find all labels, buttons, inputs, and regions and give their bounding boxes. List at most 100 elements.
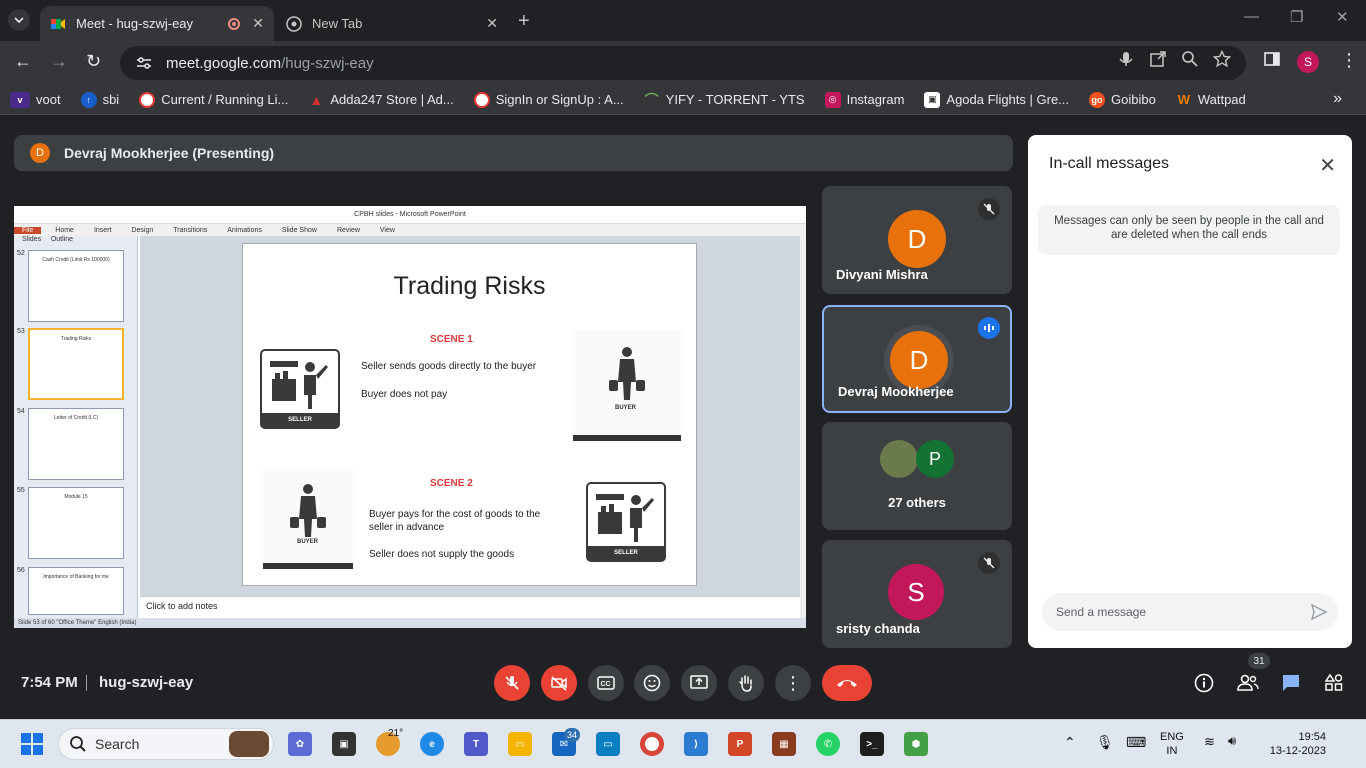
node-app-icon[interactable]: ⬢: [904, 732, 928, 756]
bookmark-label: Goibibo: [1111, 92, 1156, 107]
powerpoint-icon[interactable]: P: [728, 732, 752, 756]
reactions-button[interactable]: [634, 665, 670, 701]
task-view-icon[interactable]: ▣: [332, 732, 356, 756]
slide: Trading Risks SCENE 1 Seller sends goods…: [243, 244, 696, 585]
tray-overflow-icon[interactable]: ⌃: [1064, 734, 1076, 751]
bookmark-label: Instagram: [846, 92, 905, 107]
reload-button[interactable]: ↻: [86, 51, 101, 72]
goibibo-icon: go: [1089, 91, 1106, 108]
tab-meet[interactable]: Meet - hug-szwj-eay ✕: [40, 6, 274, 41]
close-icon[interactable]: ✕: [1319, 153, 1336, 178]
participant-tile-others[interactable]: P 27 others: [822, 422, 1012, 530]
mic-off-icon: [505, 676, 519, 690]
present-button[interactable]: [681, 665, 717, 701]
game-app-icon[interactable]: ▦: [772, 732, 796, 756]
tab-close-icon[interactable]: ✕: [252, 15, 264, 32]
copilot-icon[interactable]: ✿: [288, 732, 312, 756]
tray-keyboard-icon[interactable]: ⌨: [1126, 734, 1146, 751]
chrome-menu-icon[interactable]: ⋮: [1340, 50, 1358, 71]
bookmark-adda247[interactable]: ▲ Adda247 Store | Ad...: [308, 92, 453, 108]
maximize-button[interactable]: ❐: [1290, 8, 1303, 26]
vscode-icon[interactable]: ⟩: [684, 732, 708, 756]
bookmark-current-running[interactable]: Current / Running Li...: [139, 91, 288, 108]
pane-tab-slides: Slides: [22, 236, 42, 243]
raise-hand-button[interactable]: [728, 665, 764, 701]
bookmark-voot[interactable]: v voot: [10, 91, 61, 108]
bookmark-sbi[interactable]: ↑ sbi: [80, 91, 119, 108]
meeting-details-button[interactable]: [1192, 671, 1216, 695]
slide-thumbnail: Letter of Credit (LC): [28, 408, 124, 480]
leave-call-button[interactable]: [822, 665, 872, 701]
ppt-tab-design: Design: [131, 226, 154, 234]
messages-title: In-call messages: [1049, 155, 1170, 172]
more-options-button[interactable]: ⋮: [775, 665, 811, 701]
seller-icon: [270, 361, 328, 409]
windows-start-button[interactable]: [20, 732, 44, 756]
minimize-button[interactable]: —: [1244, 8, 1259, 25]
activities-button[interactable]: [1322, 671, 1346, 695]
bookmark-wattpad[interactable]: W Wattpad: [1176, 92, 1246, 108]
new-tab-button[interactable]: +: [518, 10, 530, 33]
participant-tile-speaking[interactable]: D Devraj Mookherjee: [822, 305, 1012, 413]
people-button[interactable]: [1236, 671, 1260, 695]
file-explorer-icon[interactable]: ▭: [508, 732, 532, 756]
microphone-icon[interactable]: [1117, 50, 1135, 68]
tab-new-tab[interactable]: New Tab ✕: [276, 6, 508, 41]
profile-avatar[interactable]: S: [1297, 51, 1319, 73]
remote-desktop-icon[interactable]: ▭: [596, 732, 620, 756]
pane-tab-outline: Outline: [50, 236, 73, 243]
terminal-icon[interactable]: >_: [860, 732, 884, 756]
camera-toggle-button[interactable]: [541, 665, 577, 701]
volume-icon[interactable]: 🔊︎: [1228, 733, 1236, 749]
back-button[interactable]: ←: [14, 51, 32, 72]
site-settings-icon[interactable]: [136, 56, 152, 70]
chat-button[interactable]: [1279, 671, 1303, 695]
thumb-number: 55: [17, 487, 25, 494]
forward-button[interactable]: →: [50, 51, 68, 72]
bookmark-star-icon[interactable]: [1213, 50, 1231, 68]
meeting-code: hug-szwj-eay: [99, 674, 194, 691]
emoji-icon: [643, 674, 661, 692]
tray-microphone-icon[interactable]: 🎙︎: [1096, 734, 1114, 751]
mic-toggle-button[interactable]: [494, 665, 530, 701]
hand-icon: [739, 675, 752, 692]
participant-name: Divyani Mishra: [836, 267, 928, 282]
taskbar-clock[interactable]: 19:54 13-12-2023: [1260, 730, 1326, 758]
whatsapp-icon[interactable]: ✆: [816, 732, 840, 756]
teams-icon[interactable]: T: [464, 732, 488, 756]
edge-icon[interactable]: e: [420, 732, 444, 756]
open-in-window-icon[interactable]: [1149, 50, 1167, 68]
bookmark-goibibo[interactable]: go Goibibo: [1089, 91, 1156, 108]
window-close-button[interactable]: ✕: [1336, 8, 1349, 26]
more-bookmarks-icon[interactable]: »: [1333, 90, 1342, 108]
send-icon[interactable]: [1310, 603, 1328, 621]
participant-tile[interactable]: D Divyani Mishra: [822, 186, 1012, 294]
lang-line-1: ENG: [1160, 731, 1184, 743]
weather-temp: 21°: [388, 728, 404, 739]
bookmark-signin[interactable]: SignIn or SignUp : A...: [473, 91, 624, 108]
bookmark-yify[interactable]: ⌒ YIFY - TORRENT - YTS: [644, 92, 805, 108]
message-input[interactable]: Send a message: [1042, 593, 1338, 631]
ppt-tab-home: Home: [55, 226, 74, 234]
bookmark-label: Wattpad: [1197, 92, 1246, 107]
bookmark-agoda[interactable]: ▣ Agoda Flights | Gre...: [924, 91, 1069, 108]
zoom-icon[interactable]: [1181, 50, 1199, 68]
tab-search-button[interactable]: [8, 9, 30, 31]
ppt-tab-transitions: Transitions: [173, 226, 208, 234]
wifi-icon[interactable]: ≋: [1204, 734, 1215, 750]
ppt-ribbon: File Home Insert Design Transitions Anim…: [14, 224, 806, 236]
scene-2-line-1: Buyer pays for the cost of goods to the …: [369, 509, 541, 533]
buyer-illustration: BUYER: [263, 469, 353, 569]
tab-close-icon[interactable]: ✕: [486, 15, 498, 32]
participant-avatar: D: [888, 210, 946, 268]
side-panel-icon[interactable]: [1263, 50, 1281, 68]
chrome-taskbar-icon[interactable]: [640, 732, 664, 756]
captions-button[interactable]: CC: [588, 665, 624, 701]
scene-1-line-1: Seller sends goods directly to the buyer: [361, 361, 537, 372]
address-bar[interactable]: meet.google.com/hug-szwj-eay: [120, 46, 1246, 80]
bookmark-instagram[interactable]: ◎ Instagram: [824, 91, 905, 108]
participant-tile[interactable]: S sristy chanda: [822, 540, 1012, 648]
language-indicator[interactable]: ENG IN: [1160, 730, 1184, 758]
taskbar-search[interactable]: Search: [58, 728, 274, 760]
adda-icon: ▲: [309, 91, 324, 108]
